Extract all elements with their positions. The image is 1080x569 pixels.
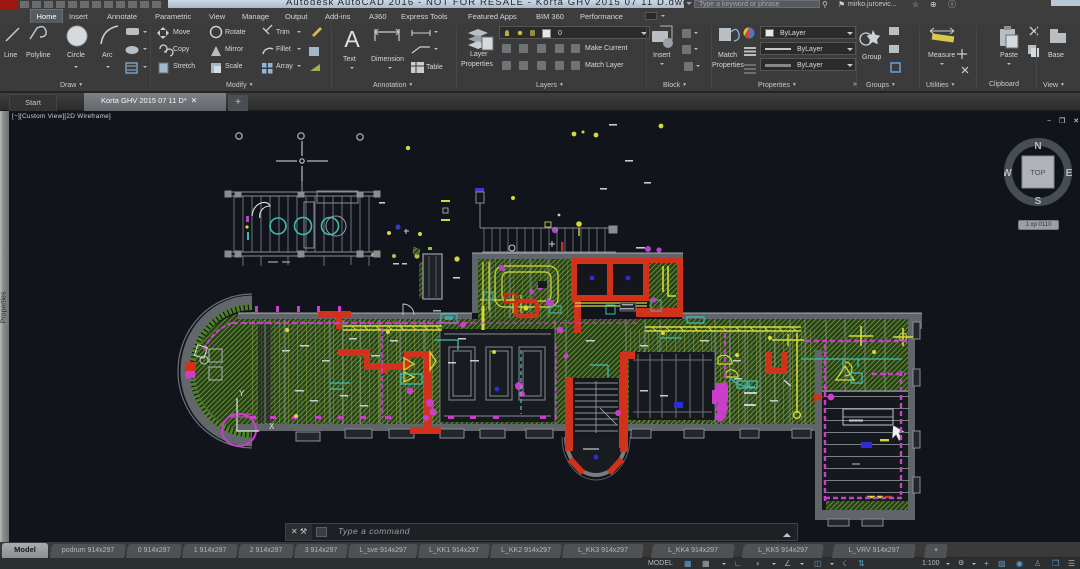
- svg-text:Y: Y: [239, 389, 245, 398]
- svg-text:W: W: [1004, 168, 1012, 179]
- svg-text:N: N: [1034, 141, 1041, 152]
- svg-text:S: S: [1035, 196, 1042, 206]
- svg-text:A: A: [344, 26, 360, 52]
- svg-text:TOP: TOP: [1030, 168, 1045, 177]
- svg-text:E: E: [1066, 168, 1072, 179]
- svg-text:X: X: [269, 422, 275, 431]
